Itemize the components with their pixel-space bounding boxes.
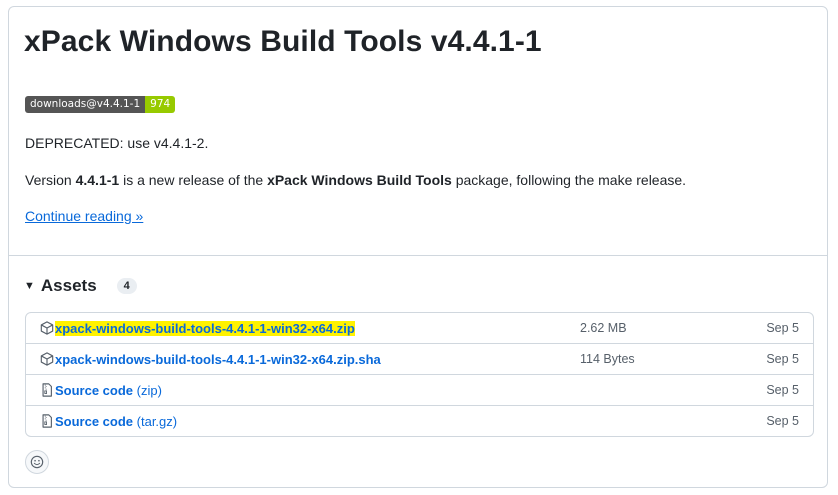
asset-link[interactable]: xpack-windows-build-tools-4.4.1-1-win32-…: [55, 320, 355, 336]
add-reaction-button[interactable]: [25, 450, 49, 474]
asset-row: Source code (tar.gz) Sep 5: [26, 405, 813, 436]
assets-count-badge: 4: [116, 278, 137, 294]
asset-size: 2.62 MB: [580, 321, 627, 335]
release-description: Version 4.4.1-1 is a new release of the …: [25, 172, 687, 188]
source-targz-link[interactable]: Source code (tar.gz): [55, 414, 177, 429]
package-icon: [40, 352, 54, 366]
badge-value: 974: [145, 96, 176, 113]
version-text: 4.4.1-1: [75, 172, 120, 188]
asset-date: Sep 5: [766, 383, 799, 397]
assets-title: Assets: [40, 276, 97, 295]
release-card: xPack Windows Build Tools v4.4.1-1 downl…: [8, 6, 828, 488]
caret-down-icon: ▼: [24, 280, 35, 292]
file-zip-icon: [40, 414, 54, 428]
asset-date: Sep 5: [766, 414, 799, 428]
assets-list: xpack-windows-build-tools-4.4.1-1-win32-…: [25, 312, 814, 437]
package-text: xPack Windows Build Tools: [267, 172, 452, 188]
asset-row: xpack-windows-build-tools-4.4.1-1-win32-…: [26, 343, 813, 374]
package-icon: [40, 321, 54, 335]
file-zip-icon: [40, 383, 54, 397]
downloads-badge[interactable]: downloads@v4.4.1-1 974: [25, 96, 176, 113]
asset-row: xpack-windows-build-tools-4.4.1-1-win32-…: [26, 313, 813, 343]
continue-reading-link[interactable]: Continue reading »: [25, 208, 143, 224]
asset-date: Sep 5: [766, 352, 799, 366]
smiley-icon: [30, 455, 44, 469]
asset-size: 114 Bytes: [580, 352, 635, 366]
deprecated-note: DEPRECATED: use v4.4.1-2.: [25, 135, 209, 151]
release-title[interactable]: xPack Windows Build Tools v4.4.1-1: [24, 25, 542, 59]
asset-link[interactable]: xpack-windows-build-tools-4.4.1-1-win32-…: [55, 352, 381, 367]
badge-label: downloads@v4.4.1-1: [25, 96, 146, 113]
source-zip-link[interactable]: Source code (zip): [55, 383, 162, 398]
section-divider: [9, 255, 827, 256]
asset-date: Sep 5: [766, 321, 799, 335]
assets-toggle[interactable]: ▼ Assets 4: [24, 276, 137, 296]
asset-row: Source code (zip) Sep 5: [26, 374, 813, 405]
